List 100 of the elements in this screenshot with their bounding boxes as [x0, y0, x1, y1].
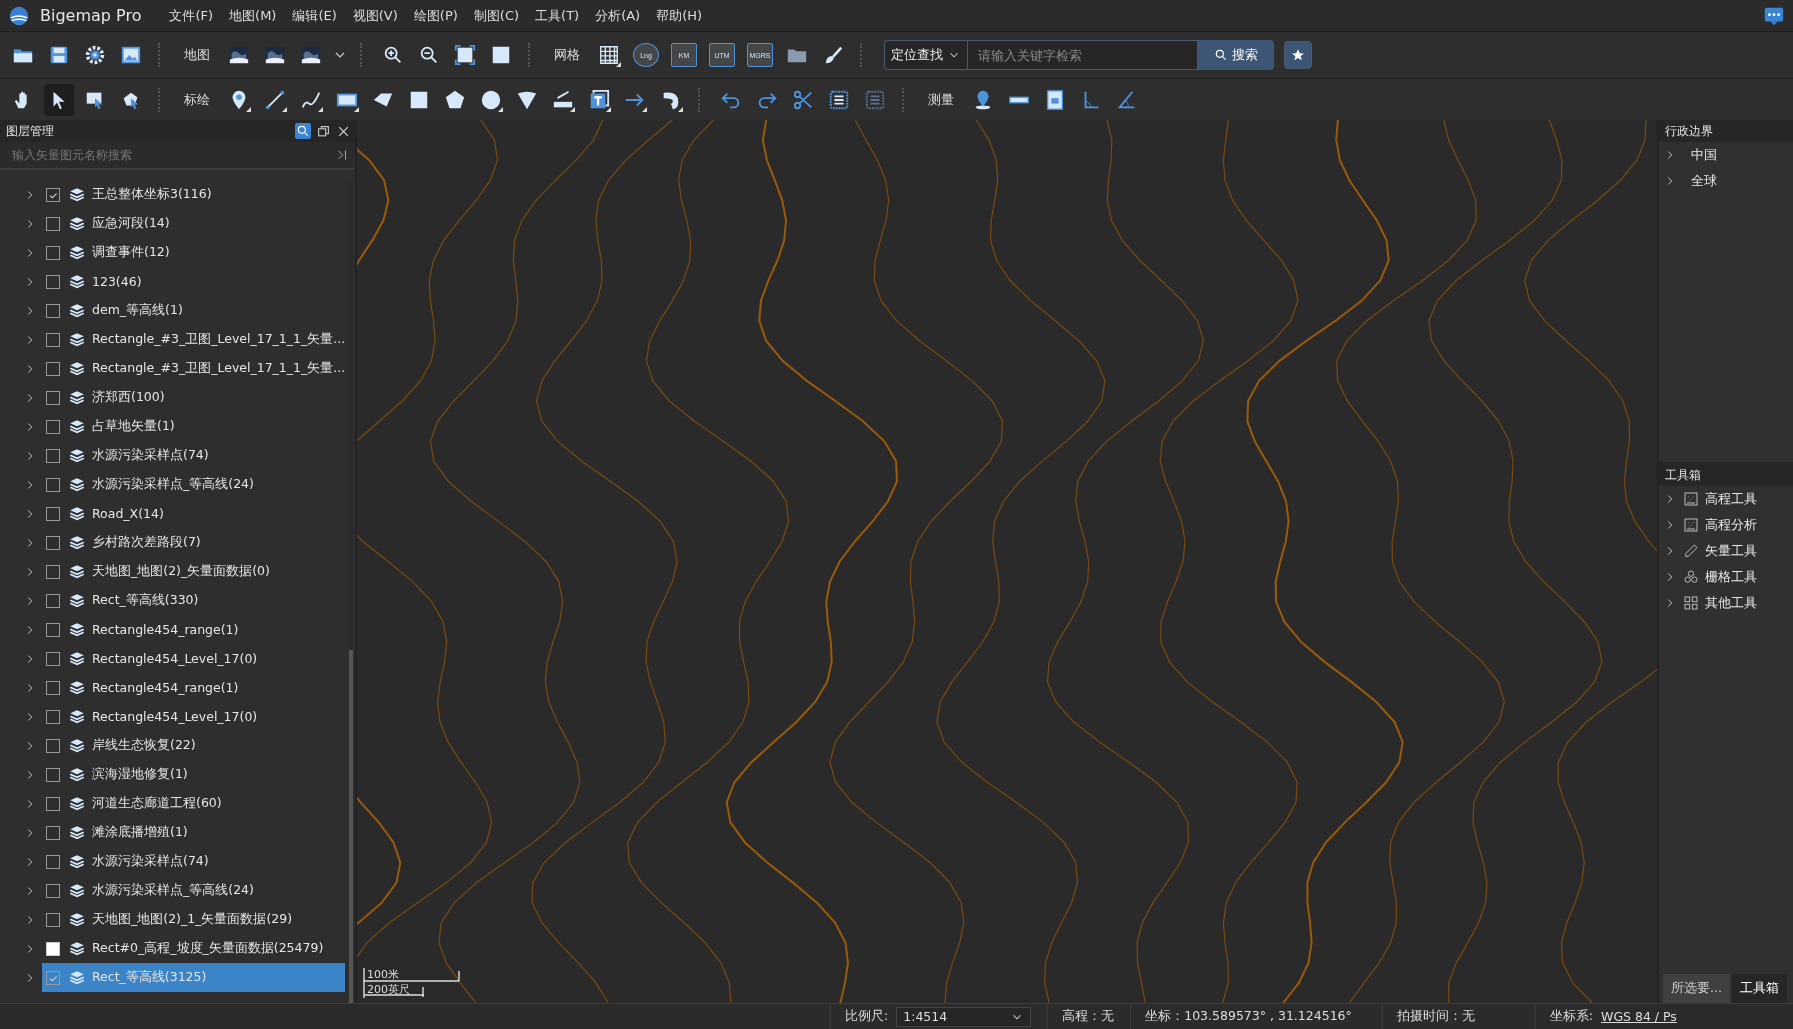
menu-item[interactable]: 分析(A): [589, 4, 647, 27]
layer-row[interactable]: 王总整体坐标3(116): [0, 180, 346, 209]
settings-icon[interactable]: [84, 44, 106, 66]
layer-row[interactable]: 济郑西(100): [0, 383, 346, 412]
layer-row[interactable]: 岸线生态恢复(22): [0, 731, 346, 760]
search-field[interactable]: 请输入关键字检索: [967, 40, 1197, 70]
checkbox[interactable]: [46, 187, 60, 202]
menu-item[interactable]: 地图(M): [223, 4, 283, 27]
grid-icon[interactable]: [598, 44, 620, 66]
menu-item[interactable]: 绘图(P): [407, 4, 464, 27]
zoom-in-icon[interactable]: [382, 44, 404, 66]
checkbox[interactable]: [46, 564, 60, 579]
list-icon[interactable]: [828, 88, 850, 111]
checkbox[interactable]: [46, 448, 60, 463]
scale-dropdown[interactable]: 1:4514: [896, 1006, 1032, 1027]
map-thumbnail-icon[interactable]: [264, 44, 286, 66]
image-icon[interactable]: [120, 44, 142, 66]
layer-row[interactable]: 占草地矢量(1): [0, 412, 346, 441]
map-thumbnail-icon[interactable]: [300, 44, 322, 66]
checkbox[interactable]: [46, 738, 60, 753]
checkbox[interactable]: [46, 216, 60, 231]
layer-row[interactable]: Road_X(14): [0, 499, 346, 528]
checkbox[interactable]: [46, 854, 60, 869]
layer-row[interactable]: 123(46): [0, 267, 346, 296]
layer-row[interactable]: 天地图_地图(2)_矢量面数据(0): [0, 557, 346, 586]
layer-row[interactable]: Rectangle_#3_卫图_Level_17_1_1_矢量...: [0, 354, 346, 383]
tree-item[interactable]: 中国: [1691, 146, 1717, 164]
tree-item[interactable]: 其他工具: [1705, 594, 1757, 612]
checkbox[interactable]: [46, 477, 60, 492]
text-icon[interactable]: [588, 88, 610, 111]
layer-row[interactable]: Rectangle_#3_卫图_Level_17_1_1_矢量...: [0, 325, 346, 354]
checkbox[interactable]: [46, 825, 60, 840]
checkbox[interactable]: [46, 274, 60, 289]
layer-row[interactable]: 应急河段(14): [0, 209, 346, 238]
locate-dropdown[interactable]: 定位查找: [884, 40, 967, 70]
layer-row[interactable]: 滨海湿地修复(1): [0, 760, 346, 789]
checkbox[interactable]: [46, 535, 60, 550]
checkbox[interactable]: [46, 941, 60, 956]
panel-tab[interactable]: 工具箱: [1731, 974, 1787, 1003]
tree-item[interactable]: 矢量工具: [1705, 542, 1757, 560]
checkbox[interactable]: [46, 593, 60, 608]
tree-item[interactable]: 全球: [1691, 172, 1717, 190]
zoom-extent-icon[interactable]: [454, 44, 476, 66]
checkbox[interactable]: [46, 883, 60, 898]
menu-item[interactable]: 工具(T): [529, 4, 586, 27]
layer-row[interactable]: 天地图_地图(2)_1_矢量面数据(29): [0, 905, 346, 934]
checkbox[interactable]: [46, 767, 60, 782]
layer-row[interactable]: 河道生态廊道工程(60): [0, 789, 346, 818]
checkbox[interactable]: [46, 506, 60, 521]
tree-item[interactable]: 栅格工具: [1705, 568, 1757, 586]
checkbox[interactable]: [46, 651, 60, 666]
layer-row[interactable]: Rectangle454_Level_17(0): [0, 644, 346, 673]
checkbox[interactable]: [46, 680, 60, 695]
area-icon[interactable]: [1044, 88, 1066, 111]
layer-row[interactable]: Rect#0_高程_坡度_矢量面数据(25479): [0, 934, 346, 963]
checkbox[interactable]: [46, 245, 60, 260]
checkbox[interactable]: [46, 390, 60, 405]
checkbox[interactable]: [46, 622, 60, 637]
collapse-icon[interactable]: [335, 148, 349, 162]
layer-row[interactable]: 水源污染采样点_等高线(24): [0, 470, 346, 499]
search-button[interactable]: 搜索: [1197, 40, 1274, 70]
restore-icon[interactable]: [316, 124, 330, 138]
checkbox[interactable]: [46, 303, 60, 318]
layer-row[interactable]: Rect_等高线(330): [0, 586, 346, 615]
map-thumbnail-icon[interactable]: [228, 44, 250, 66]
pentagon-icon[interactable]: [444, 88, 466, 111]
zoom-out-icon[interactable]: [418, 44, 440, 66]
tree-item[interactable]: 高程分析: [1705, 516, 1757, 534]
save-icon[interactable]: [48, 44, 70, 66]
checkbox[interactable]: [46, 912, 60, 927]
scissors-icon[interactable]: [792, 88, 814, 111]
checkbox[interactable]: [46, 709, 60, 724]
close-icon[interactable]: [336, 124, 350, 138]
crs-link[interactable]: WGS 84 / Ps: [1601, 1009, 1677, 1024]
menu-item[interactable]: 帮助(H): [650, 4, 709, 27]
checkbox[interactable]: [46, 796, 60, 811]
checkbox[interactable]: [46, 419, 60, 434]
tool-button[interactable]: [44, 83, 74, 116]
favorite-button[interactable]: [1284, 41, 1312, 69]
layer-row[interactable]: Rectangle454_range(1): [0, 615, 346, 644]
checkbox[interactable]: [46, 361, 60, 376]
menu-item[interactable]: 文件(F): [163, 4, 220, 27]
layer-row[interactable]: 乡村路次差路段(7): [0, 528, 346, 557]
search-field[interactable]: 输入矢量图元名称搜索: [10, 147, 335, 163]
menu-item[interactable]: 视图(V): [346, 4, 404, 27]
checkbox[interactable]: [46, 332, 60, 347]
tree-item[interactable]: 高程工具: [1705, 490, 1757, 508]
circle-icon[interactable]: [480, 88, 502, 111]
menu-item[interactable]: 制图(C): [467, 4, 526, 27]
layer-row[interactable]: 调查事件(12): [0, 238, 346, 267]
layer-row[interactable]: 滩涂底播增殖(1): [0, 818, 346, 847]
layer-row[interactable]: 水源污染采样点(74): [0, 441, 346, 470]
checkbox[interactable]: [46, 970, 60, 985]
search-icon[interactable]: [296, 124, 310, 138]
layer-row[interactable]: 水源污染采样点_等高线(24): [0, 876, 346, 905]
layer-row[interactable]: 水源污染采样点(74): [0, 847, 346, 876]
line-icon[interactable]: [264, 88, 286, 111]
panel-tab[interactable]: 所选要...: [1663, 974, 1730, 1003]
layer-row[interactable]: Rectangle454_range(1): [0, 673, 346, 702]
menu-item[interactable]: 编辑(E): [286, 4, 343, 27]
